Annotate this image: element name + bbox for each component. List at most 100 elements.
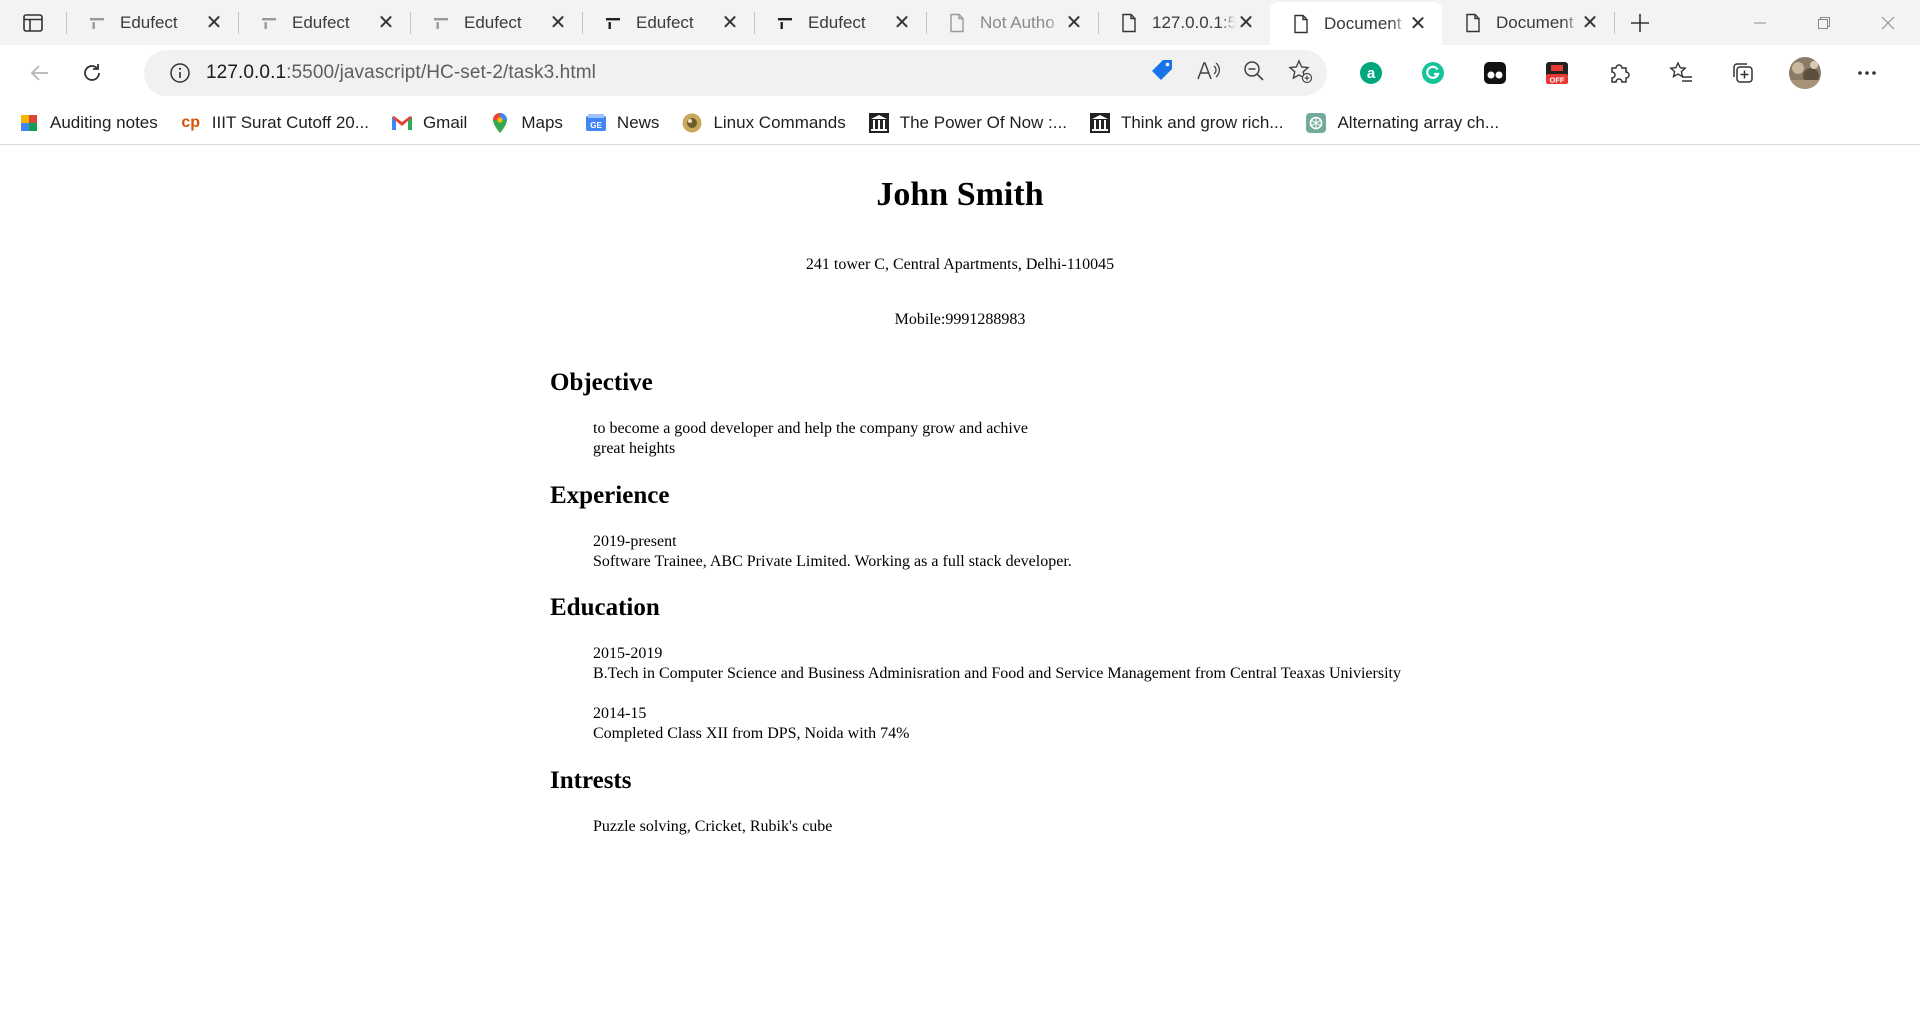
refresh-button[interactable] [67, 51, 117, 95]
favorite-maps[interactable]: Maps [489, 112, 563, 134]
grammarly-icon [1422, 62, 1444, 84]
favorite-gmail[interactable]: Gmail [391, 112, 467, 134]
letter-a-extension-icon: a [1360, 62, 1382, 84]
new-tab-button[interactable] [1614, 11, 1665, 34]
collections-button[interactable] [1712, 51, 1774, 95]
tab-document[interactable]: Document ✕ [1442, 0, 1614, 45]
resume-mobile: Mobile:9991288983 [894, 311, 1026, 328]
resume-address: 241 tower C, Central Apartments, Delhi-1… [805, 256, 1115, 273]
tab-localhost[interactable]: 127.0.0.1:5 ✕ [1098, 0, 1270, 45]
address-bar[interactable]: 127.0.0.1:5500/javascript/HC-set-2/task3… [144, 50, 1327, 96]
close-window-button[interactable] [1856, 0, 1920, 45]
favorite-label: The Power Of Now :... [899, 112, 1067, 132]
edufect-favicon-icon [258, 12, 280, 34]
tab-close-icon[interactable]: ✕ [1236, 12, 1256, 34]
maps-icon [489, 112, 511, 134]
add-favorite-star-icon[interactable] [1287, 58, 1313, 89]
favorite-label: Gmail [422, 112, 468, 132]
tab-title: Edufect [808, 12, 866, 32]
tab-close-icon[interactable]: ✕ [1580, 12, 1600, 34]
favorite-auditing-notes[interactable]: Auditing notes [18, 112, 158, 134]
glasses-extension-button[interactable] [1464, 51, 1526, 95]
tab-actions-button[interactable] [0, 0, 66, 45]
tab-title: Document [1496, 12, 1574, 32]
education-entry-2: 2014-15 Completed Class XII from DPS, No… [593, 704, 909, 744]
settings-menu-button[interactable] [1836, 51, 1898, 95]
profile-button[interactable] [1774, 51, 1836, 95]
favorite-label: Think and grow rich... [1120, 112, 1284, 132]
tab-edufect-4[interactable]: Edufect ✕ [582, 0, 754, 45]
zoom-out-icon[interactable] [1241, 58, 1267, 89]
education-period: 2014-15 [593, 705, 647, 722]
tab-title: Edufect [120, 12, 178, 32]
svg-text:GE: GE [590, 121, 602, 130]
favorite-think-and-grow-rich[interactable]: Think and grow rich... [1089, 112, 1284, 134]
tab-close-icon[interactable]: ✕ [892, 12, 912, 34]
edufect-favicon-icon [602, 12, 624, 34]
collections-icon [1733, 63, 1753, 83]
tab-close-icon[interactable]: ✕ [720, 12, 740, 34]
page-icon [1118, 12, 1140, 34]
extension-a-button[interactable]: a [1340, 51, 1402, 95]
url-text[interactable]: 127.0.0.1:5500/javascript/HC-set-2/task3… [206, 62, 596, 84]
interests-heading: Intrests [550, 767, 632, 794]
chatgpt-icon [1305, 112, 1327, 134]
grammarly-button[interactable] [1402, 51, 1464, 95]
tab-title: Edufect [464, 12, 522, 32]
favorite-label: Alternating array ch... [1337, 112, 1500, 132]
favorite-label: Maps [521, 112, 563, 132]
extensions-toolbar: a OFF [1340, 45, 1898, 101]
restore-icon [1818, 16, 1830, 29]
restore-button[interactable] [1792, 0, 1856, 45]
minimize-button[interactable] [1728, 0, 1792, 45]
library-icon [1089, 112, 1111, 134]
read-aloud-icon[interactable] [1195, 58, 1221, 89]
linux-icon [681, 112, 703, 134]
favorite-label: IIIT Surat Cutoff 20... [211, 112, 369, 132]
favorite-power-of-now[interactable]: The Power Of Now :... [868, 112, 1067, 134]
tab-close-icon[interactable]: ✕ [1064, 12, 1084, 34]
news-icon: GE [585, 112, 607, 134]
favorite-alternating-array[interactable]: Alternating array ch... [1305, 112, 1499, 134]
tab-edufect-2[interactable]: Edufect ✕ [238, 0, 410, 45]
minimize-icon [1754, 22, 1766, 23]
tab-edufect-3[interactable]: Edufect ✕ [410, 0, 582, 45]
tab-title: Document [1324, 13, 1402, 33]
avatar [1789, 57, 1821, 89]
tab-not-authorized[interactable]: Not Autho ✕ [926, 0, 1098, 45]
tab-close-icon[interactable]: ✕ [548, 12, 568, 34]
extensions-button[interactable] [1588, 51, 1650, 95]
favorite-news[interactable]: GE News [585, 112, 659, 134]
tab-document-active[interactable]: Document ✕ [1270, 2, 1442, 45]
coupon-off-extension-button[interactable]: OFF [1526, 51, 1588, 95]
tab-edufect-5[interactable]: Edufect ✕ [754, 0, 926, 45]
favorites-button[interactable] [1650, 51, 1712, 95]
objective-line-1: to become a good developer and help the … [593, 420, 1028, 437]
tab-edufect-1[interactable]: Edufect ✕ [66, 0, 238, 45]
education-detail: Completed Class XII from DPS, Noida with… [593, 725, 910, 742]
education-detail: B.Tech in Computer Science and Business … [593, 665, 1401, 682]
svg-text:OFF: OFF [1550, 76, 1565, 85]
tab-close-icon[interactable]: ✕ [1408, 13, 1428, 35]
tab-close-icon[interactable]: ✕ [376, 12, 396, 34]
tab-title: Edufect [292, 12, 350, 32]
tab-title: Edufect [636, 12, 694, 32]
bookmark-color-icon [18, 112, 40, 134]
favorites-list-icon [1669, 61, 1692, 82]
objective-heading: Objective [550, 369, 653, 396]
education-period: 2015-2019 [593, 645, 663, 662]
back-arrow-icon [30, 65, 48, 81]
favorite-linux-commands[interactable]: Linux Commands [681, 112, 846, 134]
experience-heading: Experience [550, 482, 670, 509]
tab-title: 127.0.0.1:5 [1152, 12, 1236, 32]
edufect-favicon-icon [774, 12, 796, 34]
favorite-iiit-surat[interactable]: cp IIIT Surat Cutoff 20... [180, 112, 369, 134]
url-host: 127.0.0.1 [206, 62, 287, 83]
plus-icon [1631, 13, 1649, 32]
gmail-icon [391, 112, 413, 134]
tab-close-icon[interactable]: ✕ [204, 12, 224, 34]
back-button[interactable] [15, 51, 65, 95]
objective-line-2: great heights [593, 440, 676, 457]
site-info-icon[interactable] [154, 62, 206, 84]
coupon-tag-icon[interactable] [1149, 58, 1175, 89]
